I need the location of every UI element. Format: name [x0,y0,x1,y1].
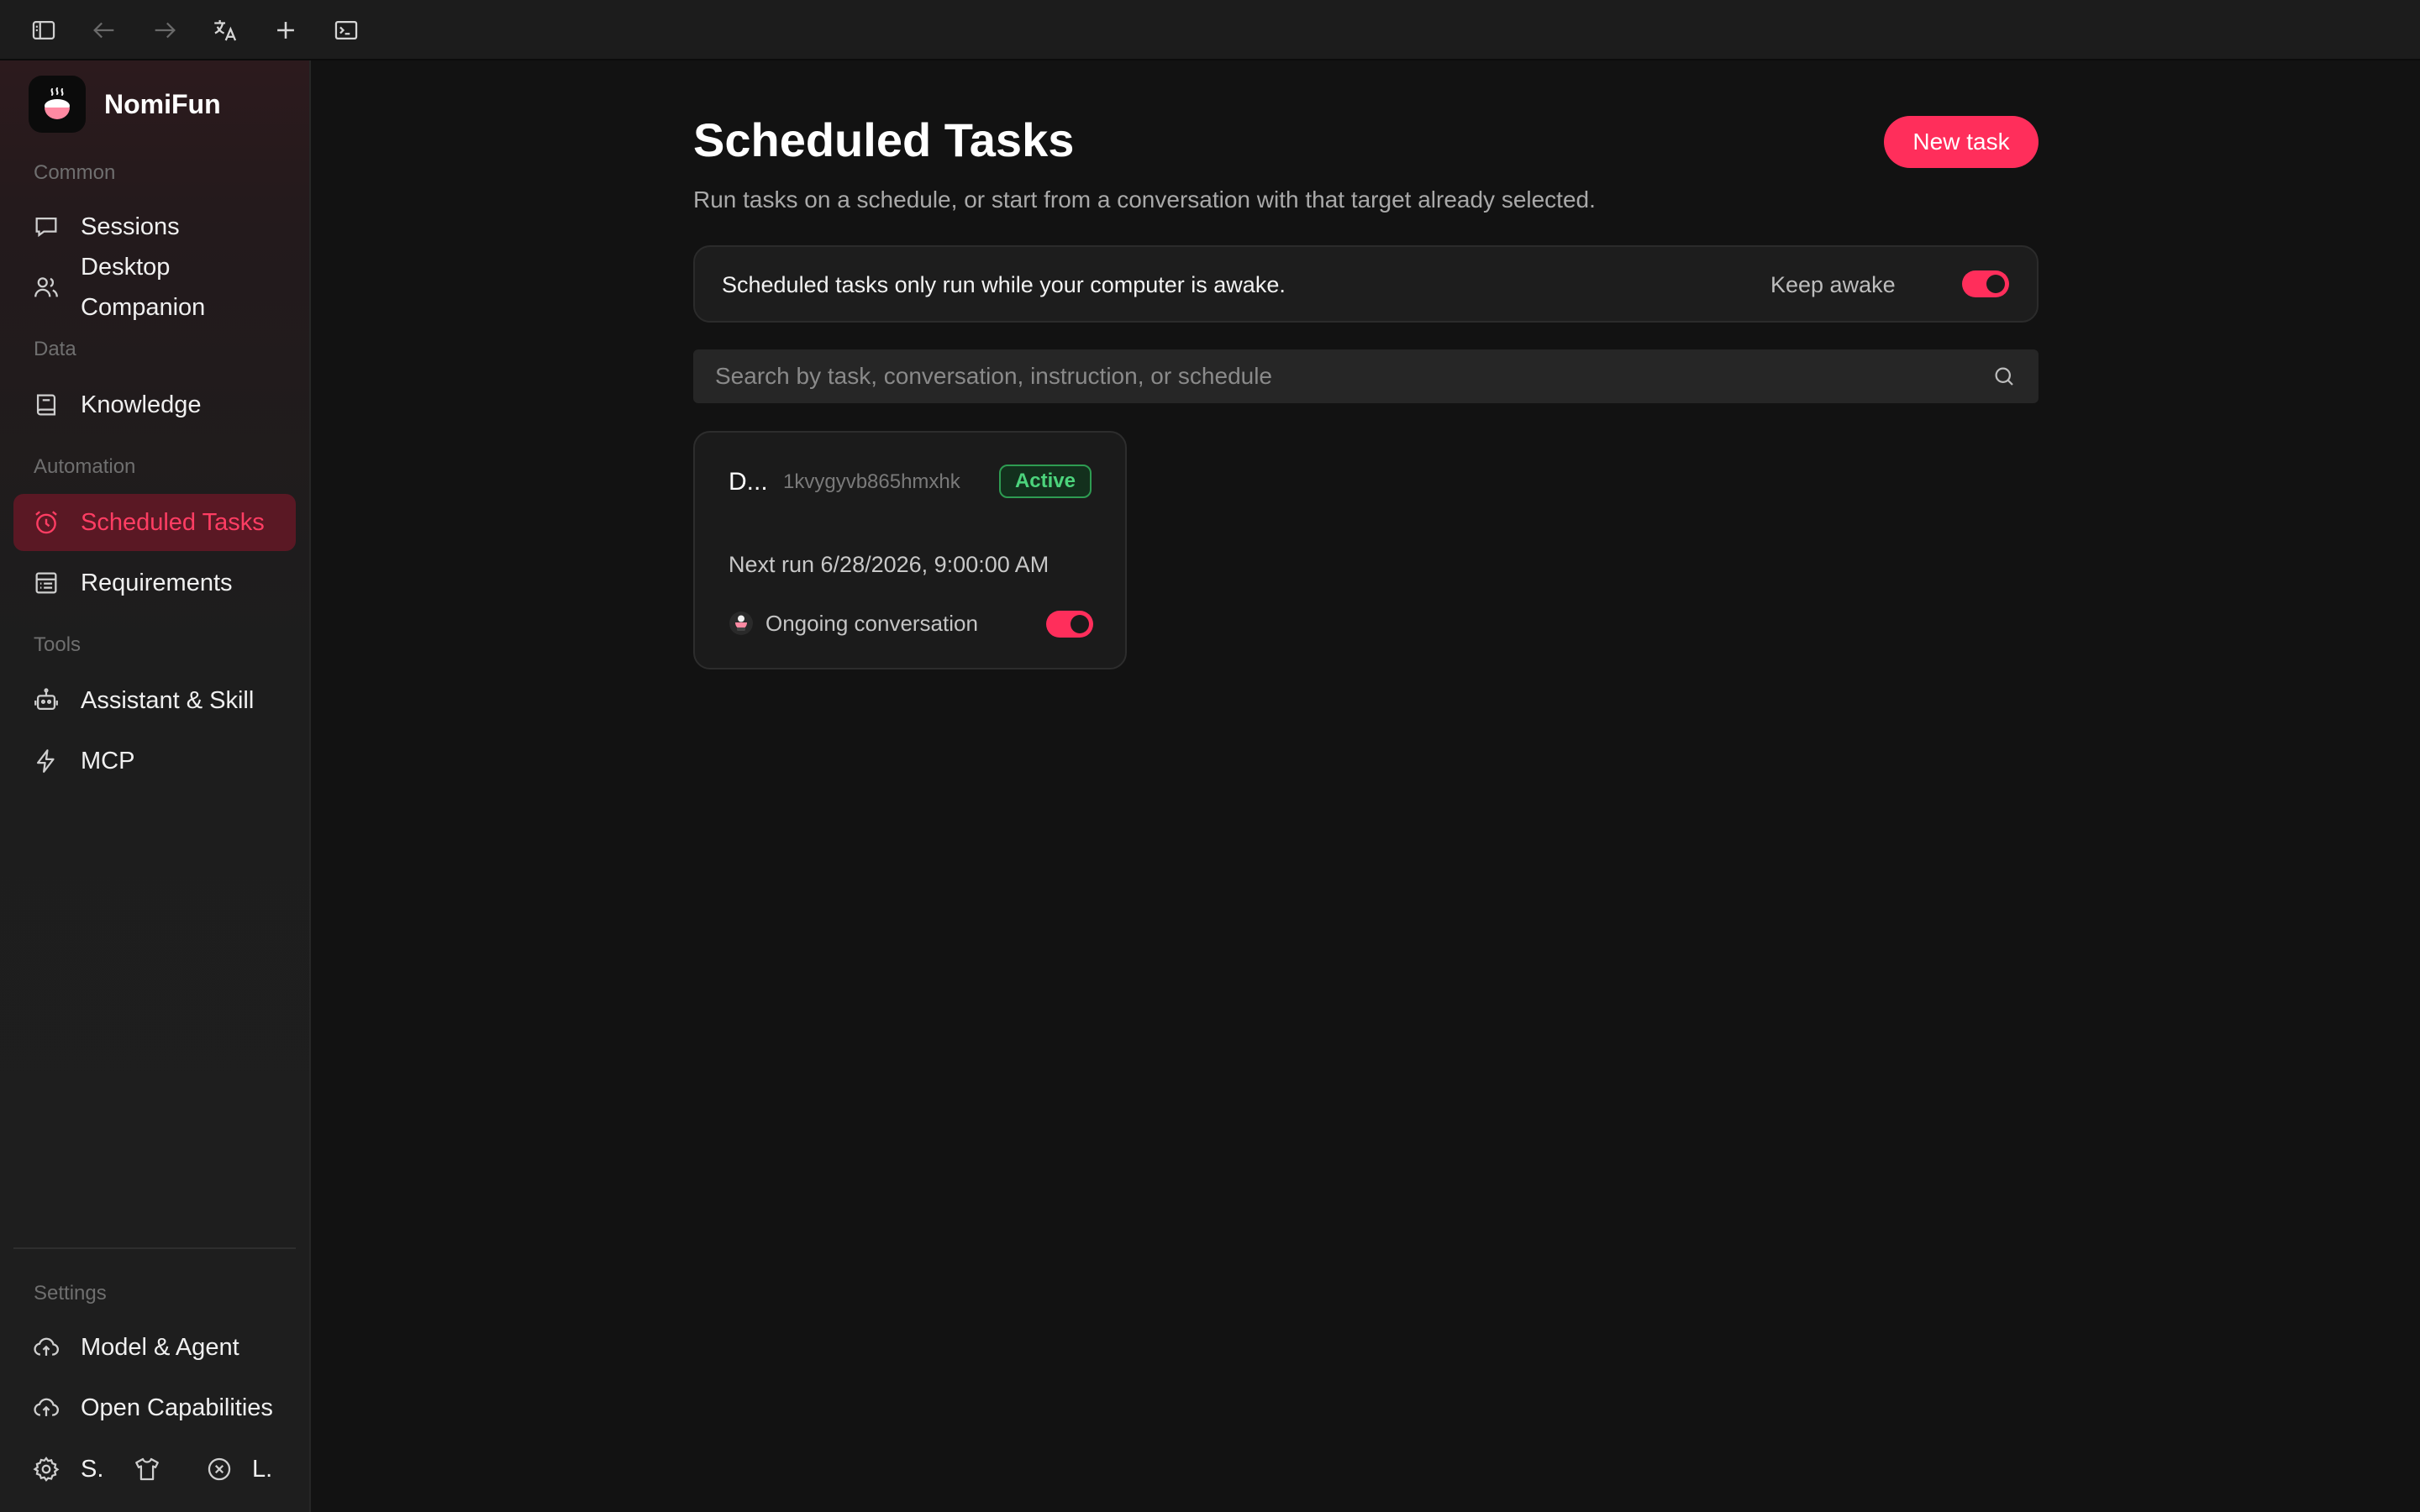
sidebar: NomiFun Common Sessions Desktop Companio… [0,60,311,1512]
app-logo-icon [29,76,86,133]
tshirt-icon[interactable] [133,1455,161,1483]
keep-awake-toggle[interactable] [1962,270,2009,297]
translate-icon[interactable] [207,12,244,49]
keep-awake-label: Keep awake [1770,272,1896,297]
main-content: Scheduled Tasks Run tasks on a schedule,… [313,60,2420,1512]
users-icon [34,277,58,297]
book-icon [36,394,56,416]
sidebar-item-label: Requirements [81,569,233,596]
status-badge: Active [999,465,1092,498]
section-label-data: Data [34,338,76,360]
sidebar-item-label: Model & Agent [81,1333,239,1361]
sidebar-item-label: Scheduled Tasks [81,508,265,536]
cloud-upload-icon [34,1398,59,1416]
section-label-settings: Settings [34,1282,107,1305]
sidebar-item-requirements[interactable]: Requirements [13,554,296,612]
task-id: 1kvygyvb865hmxhk [783,470,960,493]
forward-arrow-icon[interactable] [146,12,183,49]
search-input[interactable] [693,349,1979,403]
sidebar-item-scheduled-tasks[interactable]: Scheduled Tasks [13,494,296,551]
new-tab-plus-icon[interactable] [267,12,304,49]
sidebar-item-label: MCP [81,747,135,774]
search-icon[interactable] [1991,364,2017,389]
sidebar-item-desktop-companion[interactable]: Desktop Companion [13,247,296,328]
app-window: NomiFun Common Sessions Desktop Companio… [0,0,2420,1512]
alarm-clock-icon [35,511,57,534]
sidebar-toggle-icon[interactable] [25,12,62,49]
section-label-automation: Automation [34,455,136,478]
sidebar-bottom-row: S. L. [32,1449,284,1489]
settings-short-label[interactable]: S. [81,1456,103,1483]
new-task-button[interactable]: New task [1884,116,2039,168]
sidebar-item-label: Open Capabilities [81,1394,273,1421]
task-conversation: Ongoing conversation [765,611,978,636]
gear-icon[interactable] [32,1455,60,1483]
conversation-avatar-icon [729,612,753,635]
top-toolbar [0,0,2420,60]
sidebar-item-label: Knowledge [81,391,202,418]
section-label-tools: Tools [34,633,82,656]
page-subtitle: Run tasks on a schedule, or start from a… [693,186,1596,213]
sidebar-divider [13,1247,296,1249]
section-label-common: Common [34,161,116,184]
sidebar-item-label-line2: Companion [81,294,206,321]
task-enabled-toggle[interactable] [1046,611,1093,638]
back-arrow-icon[interactable] [86,12,123,49]
close-circle-icon[interactable] [205,1455,234,1483]
robot-icon [34,688,58,711]
sidebar-item-open-capabilities[interactable]: Open Capabilities [13,1379,296,1436]
task-title: D... [729,468,768,496]
search-bar [693,349,2039,403]
sidebar-item-model-agent[interactable]: Model & Agent [13,1319,296,1376]
toggle-knob [1071,615,1089,633]
app-name: NomiFun [104,88,221,119]
cloud-upload-icon [34,1337,59,1356]
sidebar-item-label: Sessions [81,213,180,240]
logout-short-label[interactable]: L. [252,1456,272,1483]
sidebar-item-mcp[interactable]: MCP [13,732,296,790]
sidebar-item-label-line1: Desktop [81,254,171,281]
task-card[interactable]: D... 1kvygyvb865hmxhk Active Next run 6/… [693,431,1127,669]
list-document-icon [35,572,57,594]
page-title: Scheduled Tasks [693,113,1075,166]
sidebar-item-knowledge[interactable]: Knowledge [13,376,296,433]
task-next-run: Next run 6/28/2026, 9:00:00 AM [729,552,1050,577]
notice-text: Scheduled tasks only run while your comp… [722,272,1286,297]
chat-message-icon [35,217,57,238]
keep-awake-notice: Scheduled tasks only run while your comp… [693,245,2039,323]
toggle-knob [1986,275,2005,293]
brand: NomiFun [29,76,221,133]
sidebar-item-assistant-skill[interactable]: Assistant & Skill [13,672,296,729]
lightning-bolt-icon [36,749,55,773]
terminal-icon[interactable] [328,12,365,49]
sidebar-item-label: Assistant & Skill [81,686,255,714]
